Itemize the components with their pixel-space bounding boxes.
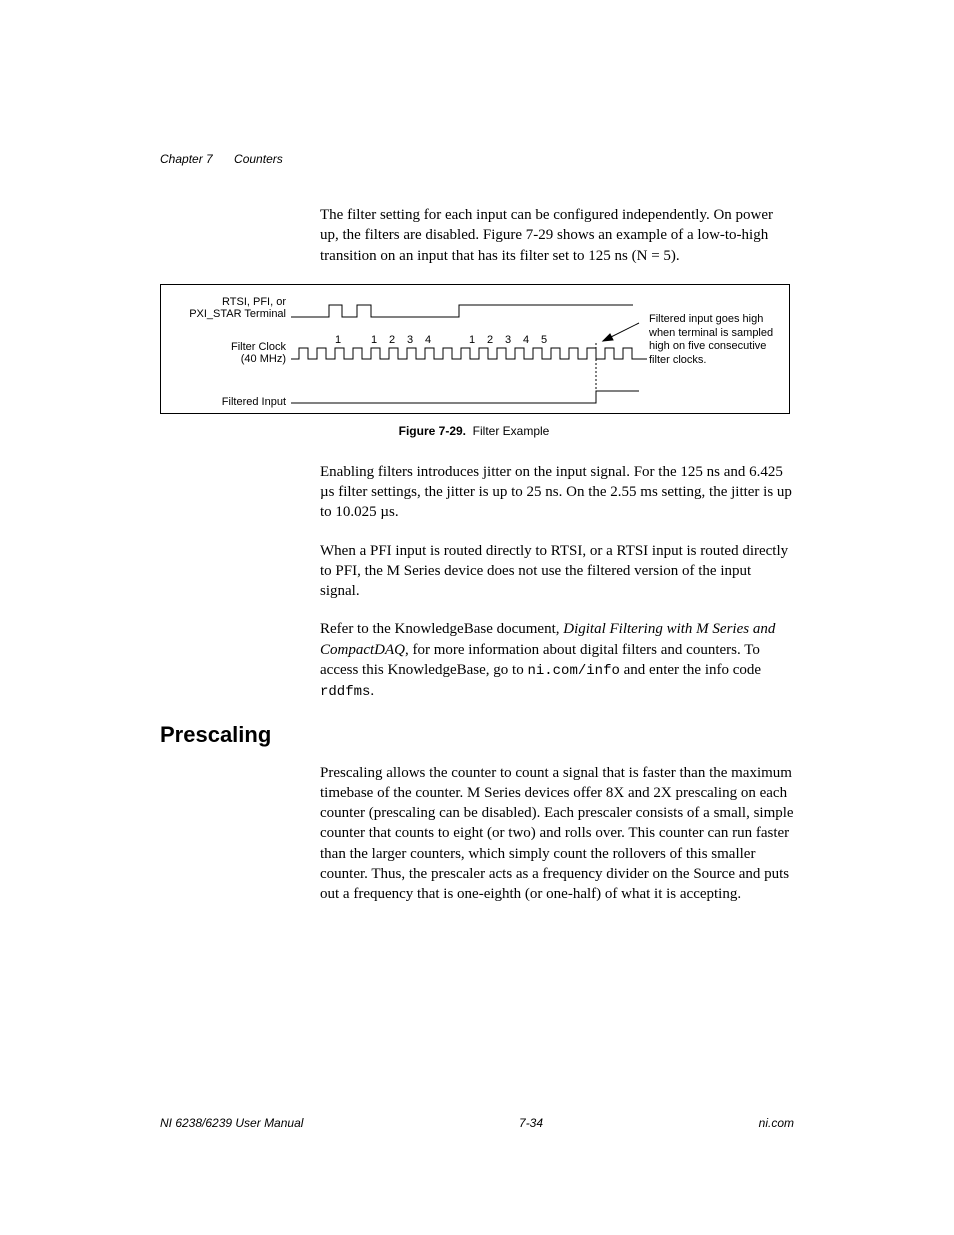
figure-caption-number: Figure 7-29. bbox=[399, 424, 466, 438]
figure-caption-text: Filter Example bbox=[473, 424, 550, 438]
svg-text:3: 3 bbox=[505, 334, 511, 346]
figure-caption: Figure 7-29. Filter Example bbox=[160, 424, 788, 438]
figure-label-filtered: Filtered Input bbox=[166, 396, 286, 409]
svg-text:2: 2 bbox=[389, 334, 395, 346]
svg-text:1: 1 bbox=[335, 334, 341, 346]
paragraph-prescaling: Prescaling allows the counter to count a… bbox=[320, 763, 794, 905]
kb-url: ni.com/info bbox=[527, 663, 619, 679]
svg-text:2: 2 bbox=[487, 334, 493, 346]
footer-site: ni.com bbox=[759, 1116, 794, 1130]
paragraph-intro: The filter setting for each input can be… bbox=[320, 205, 794, 266]
body-area: The filter setting for each input can be… bbox=[160, 205, 794, 904]
chapter-number: Chapter 7 bbox=[160, 152, 213, 166]
svg-text:5: 5 bbox=[541, 334, 547, 346]
figure-filter-example: 1 1 2 3 4 1 2 3 4 5 RTSI, PFI, or PXI_ST… bbox=[160, 284, 790, 414]
paragraph-routing: When a PFI input is routed directly to R… bbox=[320, 541, 794, 602]
svg-text:4: 4 bbox=[523, 334, 529, 346]
svg-text:4: 4 bbox=[425, 334, 431, 346]
paragraph-kb: Refer to the KnowledgeBase document, Dig… bbox=[320, 619, 794, 701]
figure-label-clock: Filter Clock (40 MHz) bbox=[166, 341, 286, 366]
footer-page-number: 7-34 bbox=[519, 1116, 543, 1130]
paragraph-jitter: Enabling filters introduces jitter on th… bbox=[320, 462, 794, 523]
figure-label-terminal: RTSI, PFI, or PXI_STAR Terminal bbox=[166, 296, 286, 321]
chapter-title: Counters bbox=[234, 152, 283, 166]
figure-note: Filtered input goes high when terminal i… bbox=[649, 313, 789, 368]
footer-manual-title: NI 6238/6239 User Manual bbox=[160, 1116, 303, 1130]
svg-text:3: 3 bbox=[407, 334, 413, 346]
svg-text:1: 1 bbox=[371, 334, 377, 346]
running-header: Chapter 7 Counters bbox=[160, 152, 283, 166]
section-heading-prescaling: Prescaling bbox=[160, 722, 794, 748]
page: Chapter 7 Counters The filter setting fo… bbox=[0, 0, 954, 1235]
page-footer: NI 6238/6239 User Manual 7-34 ni.com bbox=[160, 1116, 794, 1130]
kb-infocode: rddfms bbox=[320, 684, 370, 700]
svg-text:1: 1 bbox=[469, 334, 475, 346]
